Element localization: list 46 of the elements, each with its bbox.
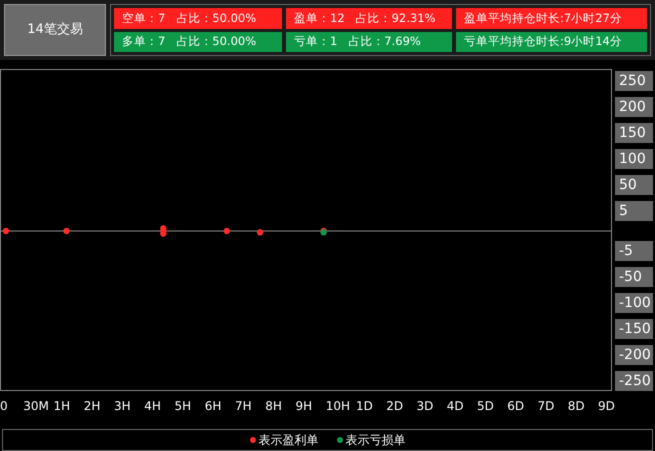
axis-label: 9D [598,398,615,415]
axis-label: 30M [23,398,49,415]
axis-label: 5H [174,398,192,415]
legend-label: 表示盈利单 [258,432,318,449]
axis-label: 2H [84,398,100,415]
axis-label: -150 [615,319,653,339]
axis-label: 10H [326,398,350,415]
axis-label: 3D [416,398,434,415]
axis-label: 6D [507,398,524,415]
axis-label: 150 [615,123,653,143]
legend-label: 表示亏损单 [346,432,406,449]
axis-label: 5D [477,398,494,415]
axis-label: 50 [615,175,653,195]
axis-label: 0 [0,398,8,415]
axis-label: 2D [386,398,404,415]
axis-label: 3H [114,398,131,415]
data-point [63,228,70,234]
axis-label: 4H [144,398,161,415]
axis-label: 8H [265,398,282,415]
axis-label: 8D [568,398,585,415]
axis-label: 5 [615,201,653,221]
data-point [256,229,264,236]
axis-label: 1D [356,398,373,415]
axis-label: 100 [615,149,653,169]
axis-label: -50 [615,267,653,287]
axis-label: 4D [446,398,464,415]
stat-cell: 亏单平均持仓时长:9小时14分 [456,32,647,52]
axis-label: -100 [615,293,653,313]
axis-label: 250 [615,71,653,91]
stat-cell: 多单：7 占比：50.00% [114,32,282,52]
stat-cell: 盈单：12 占比：92.31% [286,8,452,28]
axis-label: -200 [615,345,653,365]
axis-label: 9H [296,398,312,415]
axis-label: 200 [615,97,653,117]
axis-label: 7H [235,398,252,415]
trade-count: 14笔交易 [4,4,106,56]
stat-cell: 亏单：1 占比：7.69% [286,32,452,52]
axis-label: -5 [615,241,653,261]
data-point [224,228,230,234]
axis-label: -250 [615,371,653,391]
axis-label: 7D [538,398,554,415]
stat-cell: 盈单平均持仓时长:7小时27分 [456,8,647,28]
axis-label: 6H [204,398,222,415]
axis-label: 1H [54,398,70,415]
data-point [2,228,10,234]
stat-cell: 空单：7 占比：50.00% [114,8,282,28]
